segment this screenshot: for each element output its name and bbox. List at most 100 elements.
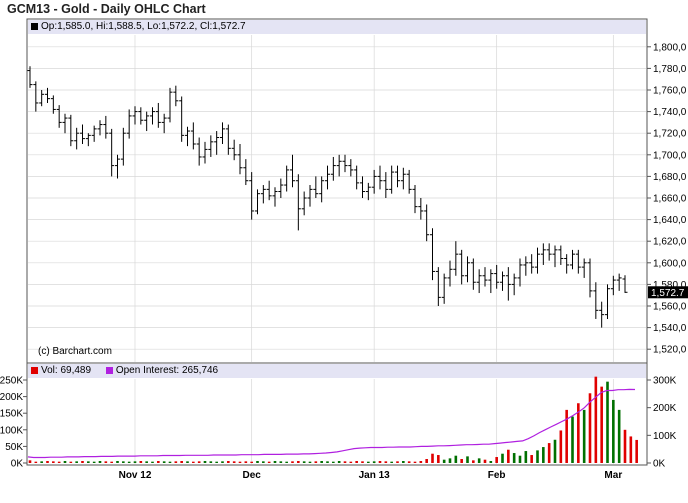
volume-bar <box>612 399 615 463</box>
volume-bar <box>507 449 510 463</box>
volume-bar <box>63 461 67 463</box>
oi-tick-label: 300K <box>653 376 677 387</box>
volume-bar <box>402 461 405 463</box>
volume-bar <box>232 461 236 463</box>
volume-bar <box>361 461 364 463</box>
volume-legend: Vol: 69,489 Open Interest: 265,746 <box>31 365 218 376</box>
volume-bar <box>396 461 399 463</box>
volume-bar <box>256 461 259 463</box>
oi-legend-swatch <box>105 367 113 374</box>
volume-bar <box>419 461 423 463</box>
price-tick-label: 1,640,0 <box>653 215 687 226</box>
volume-bar <box>291 461 294 463</box>
volume-bar <box>28 460 32 463</box>
volume-bar <box>372 461 376 463</box>
volume-bar <box>565 409 568 463</box>
volume-bar <box>437 455 440 463</box>
price-tick-label: 1,660,0 <box>653 194 687 205</box>
volume-bar <box>116 461 119 463</box>
volume-bar <box>180 461 183 463</box>
volume-bar <box>390 461 393 463</box>
volume-bar <box>407 461 411 463</box>
volume-bar <box>530 455 533 463</box>
volume-bar <box>262 461 265 463</box>
last-price-label: 1,572.7 <box>651 288 685 299</box>
volume-bar <box>139 461 143 463</box>
volume-bar <box>495 457 498 463</box>
volume-bar <box>104 461 108 463</box>
price-pane <box>26 18 648 364</box>
oi-tick-label: 0K <box>653 459 666 470</box>
volume-bar <box>227 461 230 463</box>
volume-tick-label: 200K <box>0 392 23 403</box>
volume-bar <box>425 459 428 463</box>
volume-bar <box>81 461 84 463</box>
vol-legend-text: Vol: 69,489 <box>41 365 92 376</box>
volume-bar <box>617 409 621 463</box>
oi-tick-label: 200K <box>653 403 677 414</box>
volume-bar <box>559 430 563 463</box>
volume-bar <box>174 461 178 463</box>
volume-bar <box>308 461 312 463</box>
chart-stage: GCM13 - Gold - Daily OHLC Chart 1,800,0 1… <box>0 0 688 503</box>
volume-bar <box>92 461 96 463</box>
x-tick-label: Nov 12 <box>119 470 152 481</box>
volume-bar <box>133 461 137 463</box>
volume-bar <box>594 376 598 463</box>
volume-bar <box>145 461 148 463</box>
volume-bar <box>600 386 603 463</box>
volume-tick-label: 150K <box>0 409 23 420</box>
price-tick-label: 1,780,0 <box>653 64 687 75</box>
volume-bar <box>162 461 166 463</box>
price-tick-label: 1,800,0 <box>653 42 687 53</box>
volume-bar <box>542 447 545 463</box>
volume-bar <box>460 459 463 463</box>
last-price-tag: 1,572.7 <box>648 286 688 299</box>
volume-bar <box>343 461 347 463</box>
price-tick-label: 1,600,0 <box>653 258 687 269</box>
price-tick-label: 1,620,0 <box>653 237 687 248</box>
volume-bar <box>320 461 323 463</box>
volume-bar <box>75 461 78 463</box>
volume-bar <box>34 461 38 463</box>
volume-bar <box>168 461 172 463</box>
volume-bar <box>477 458 481 463</box>
x-tick-label: Mar <box>604 470 622 481</box>
x-tick-label: Jan 13 <box>359 470 391 481</box>
x-axis: Nov 12DecJan 13FebMarApr <box>119 470 623 481</box>
volume-bar <box>629 436 633 463</box>
volume-bar <box>221 461 224 463</box>
volume-bar <box>623 429 627 463</box>
oi-legend-text: Open Interest: 265,746 <box>115 365 219 376</box>
price-tick-label: 1,540,0 <box>653 323 687 334</box>
volume-tick-label: 250K <box>0 376 23 387</box>
volume-bar <box>151 461 154 463</box>
volume-bar <box>536 450 539 463</box>
volume-bar <box>384 461 388 463</box>
oi-tick-label: 100K <box>653 431 677 442</box>
volume-bar <box>349 461 353 463</box>
volume-bar <box>209 461 213 463</box>
volume-bar <box>547 443 551 463</box>
oi-axis-right: 300K 200K 100K 0K <box>647 376 677 470</box>
volume-bar <box>378 461 382 463</box>
volume-bar <box>273 461 277 463</box>
vol-legend-swatch <box>31 367 38 374</box>
volume-bar <box>285 461 288 463</box>
volume-bar <box>87 461 90 463</box>
volume-bar <box>466 456 469 463</box>
volume-bar <box>57 461 61 463</box>
volume-axis-left: 250K 200K 150K 100K 50K 0K <box>0 376 27 470</box>
volume-bar <box>215 461 218 463</box>
volume-bar <box>46 461 49 463</box>
volume-bar <box>512 453 516 463</box>
volume-tick-label: 100K <box>0 425 23 436</box>
price-legend: Op:1,585.0, Hi:1,588.5, Lo:1,572.2, Cl:1… <box>31 21 246 32</box>
volume-bar <box>297 461 300 463</box>
price-tick-label: 1,680,0 <box>653 172 687 183</box>
price-legend-swatch <box>31 23 38 30</box>
volume-bar <box>40 461 43 463</box>
volume-bar <box>518 455 522 463</box>
volume-bar <box>197 461 201 463</box>
volume-bar <box>302 461 306 463</box>
